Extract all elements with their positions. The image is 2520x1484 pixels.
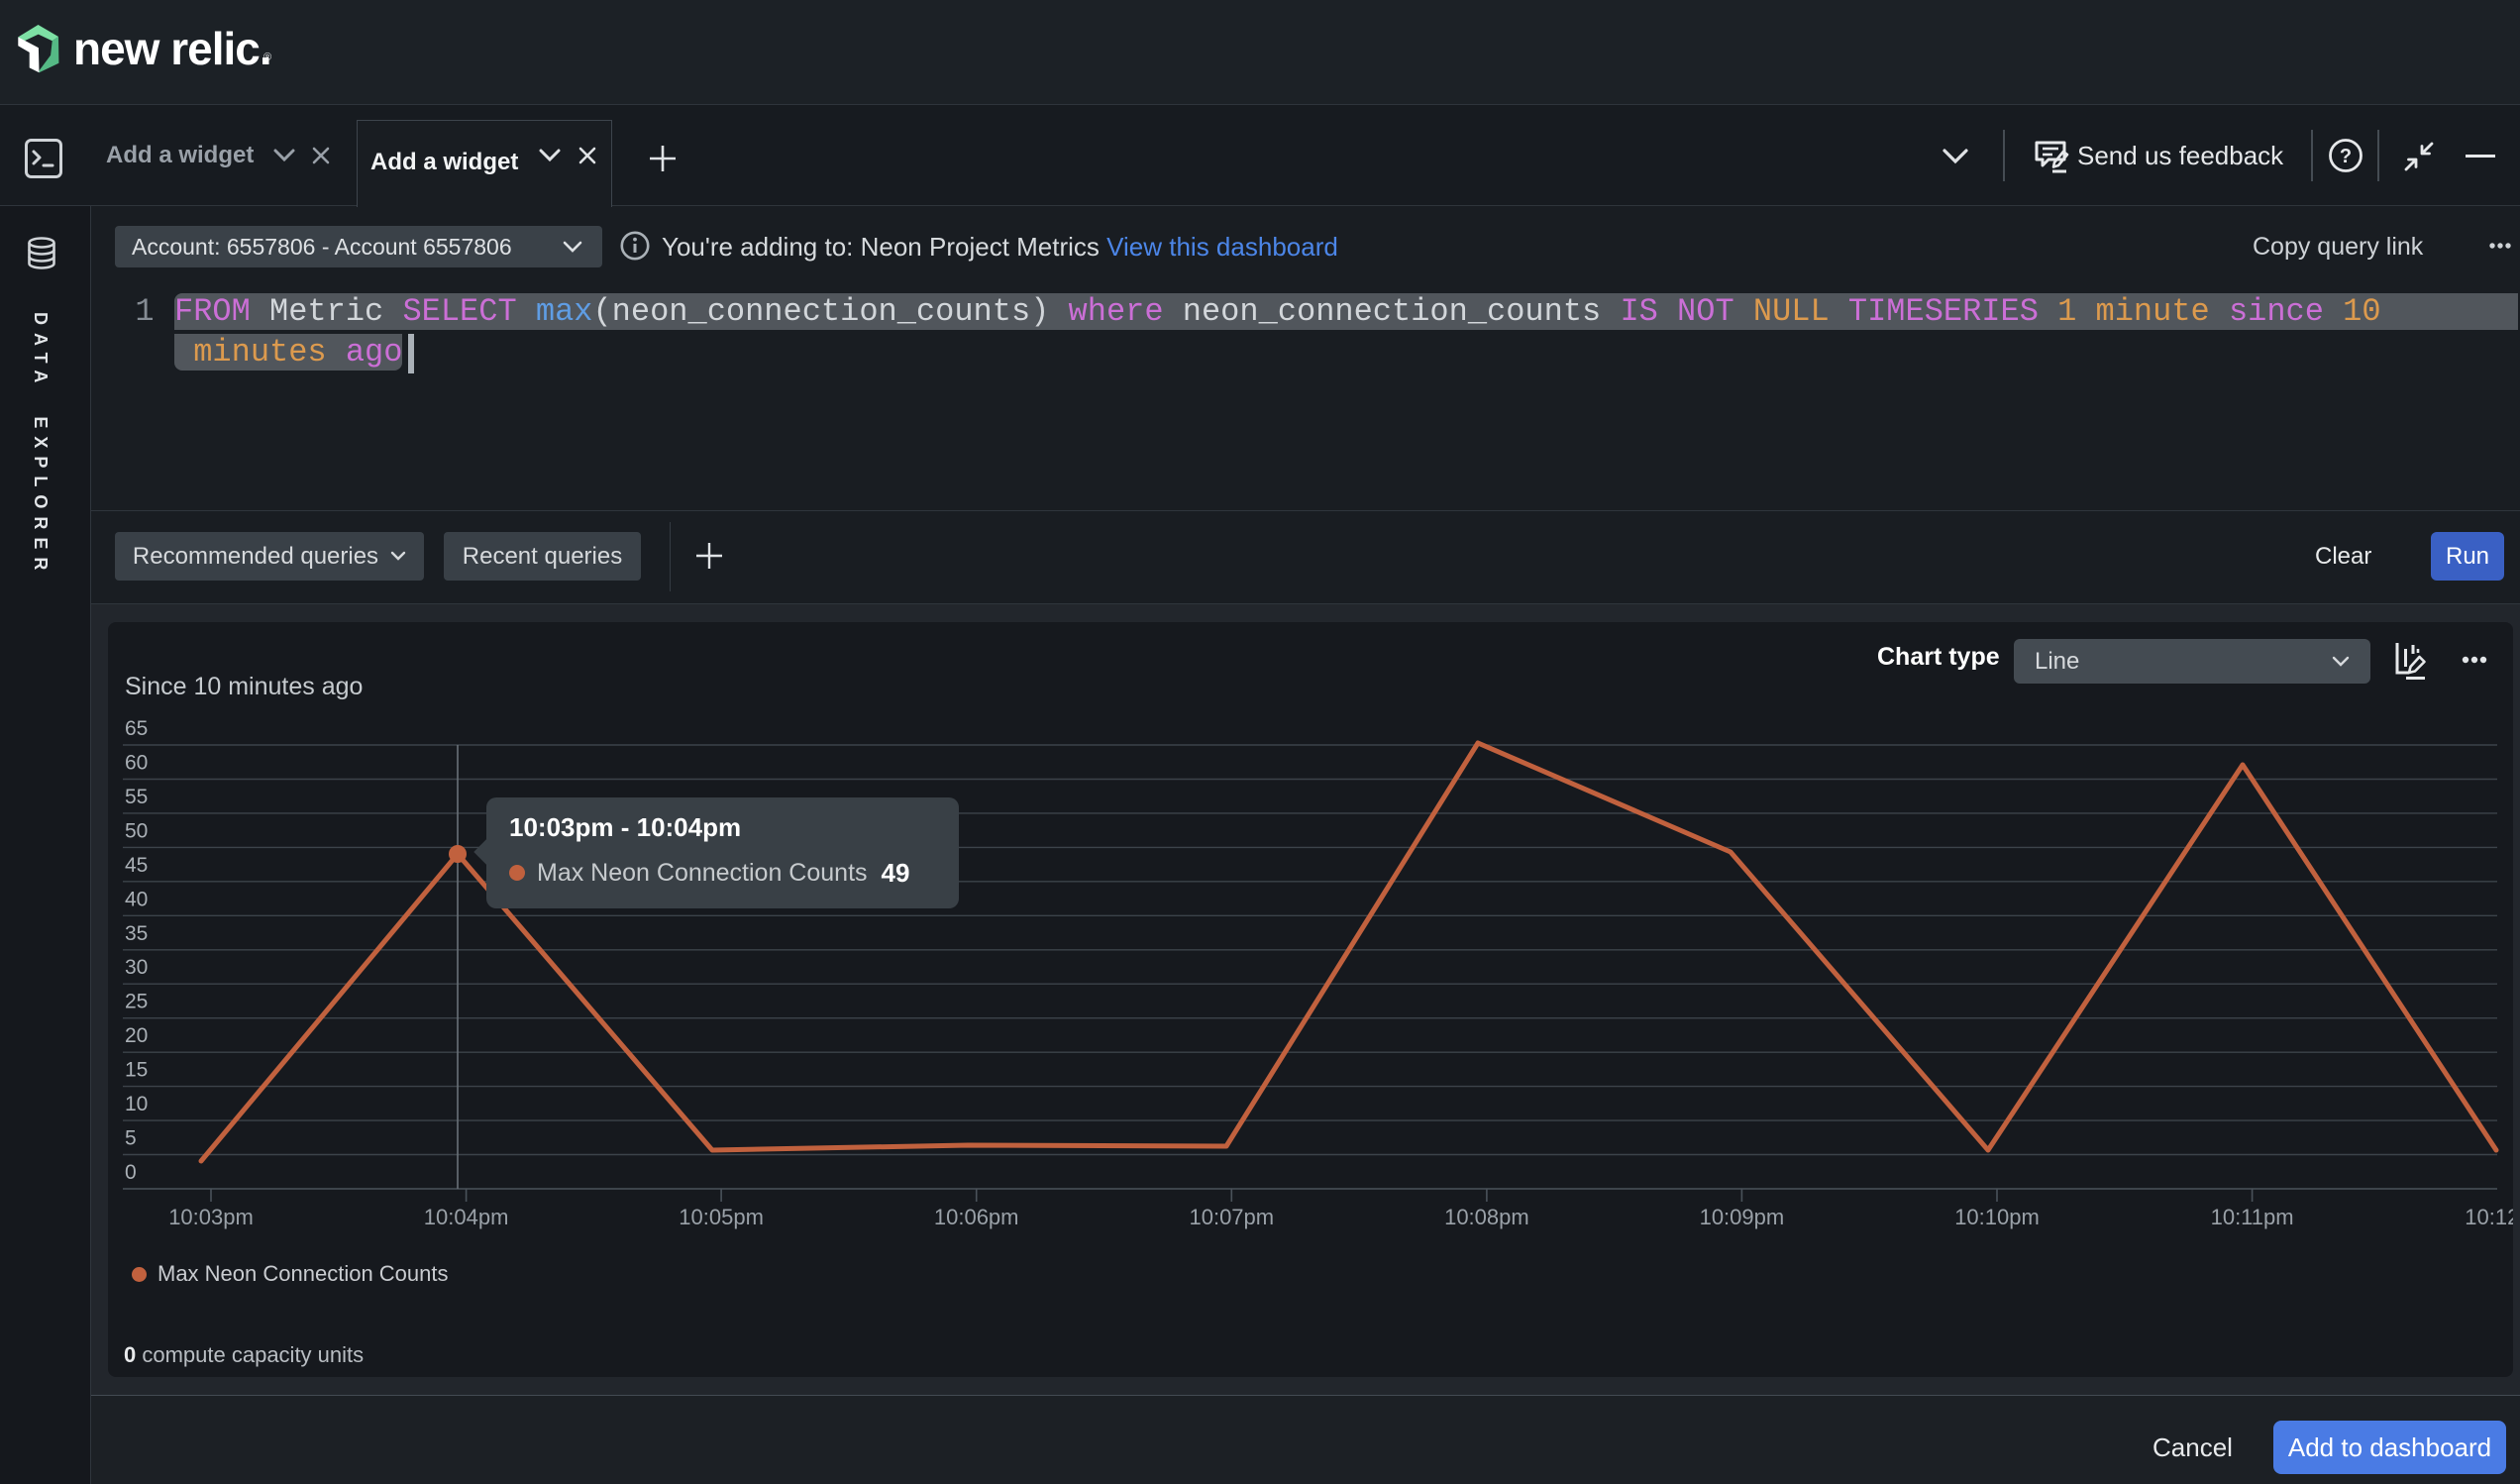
svg-text:40: 40 <box>125 888 148 910</box>
svg-text:10: 10 <box>125 1093 148 1115</box>
svg-text:10:08pm: 10:08pm <box>1444 1205 1529 1229</box>
svg-text:35: 35 <box>125 922 148 945</box>
svg-text:10:06pm: 10:06pm <box>934 1205 1019 1229</box>
svg-text:60: 60 <box>125 752 148 775</box>
svg-text:65: 65 <box>125 717 148 740</box>
svg-text:10:05pm: 10:05pm <box>679 1205 764 1229</box>
svg-text:10:12pm: 10:12pm <box>2465 1205 2513 1229</box>
svg-text:?: ? <box>2340 146 2352 167</box>
svg-text:50: 50 <box>125 819 148 842</box>
svg-text:5: 5 <box>125 1127 137 1150</box>
svg-text:20: 20 <box>125 1024 148 1047</box>
svg-text:10:04pm: 10:04pm <box>424 1205 509 1229</box>
svg-text:10:07pm: 10:07pm <box>1189 1205 1274 1229</box>
svg-text:10:09pm: 10:09pm <box>1700 1205 1785 1229</box>
svg-text:10:10pm: 10:10pm <box>1954 1205 2040 1229</box>
svg-text:45: 45 <box>125 854 148 877</box>
svg-text:0: 0 <box>125 1161 137 1184</box>
svg-text:10:03pm: 10:03pm <box>168 1205 254 1229</box>
svg-text:15: 15 <box>125 1059 148 1082</box>
svg-text:30: 30 <box>125 956 148 979</box>
svg-text:55: 55 <box>125 786 148 808</box>
svg-text:25: 25 <box>125 991 148 1013</box>
svg-text:10:11pm: 10:11pm <box>2211 1205 2294 1229</box>
